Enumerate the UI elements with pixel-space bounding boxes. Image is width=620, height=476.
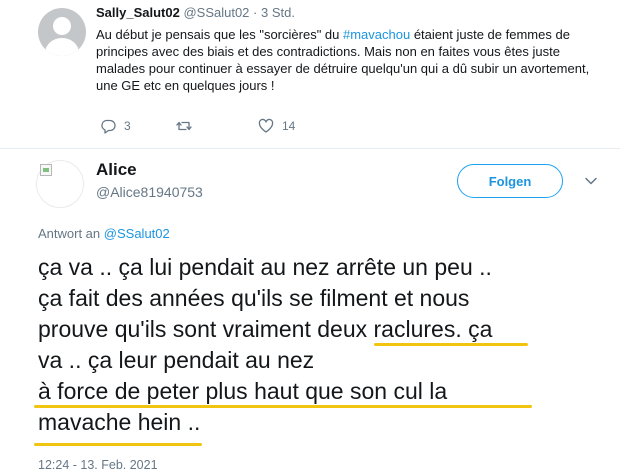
tweet2-text-line: mavache hein .. — [38, 409, 201, 435]
reply-icon — [101, 119, 116, 134]
tweet2-author-handle[interactable]: @Alice81940753 — [96, 184, 203, 200]
like-count: 14 — [282, 119, 296, 133]
highlight-underline — [34, 443, 202, 446]
tweet2-text-line: va .. ça leur pendait au nez — [38, 347, 315, 373]
tweet2-author-name[interactable]: Alice — [96, 160, 137, 180]
tweet2-text-line: ça fait des années qu'ils se filment et … — [38, 285, 470, 311]
hashtag-link[interactable]: #mavachou — [343, 27, 410, 42]
reply-context: Antwort an @SSalut02 — [38, 226, 170, 241]
tweet1-text-pre: Au début je pensais que les "sorcières" … — [96, 27, 343, 42]
retweet-icon — [176, 121, 192, 131]
tweet2-text-line: prouve qu'ils sont vraiment deux raclure… — [38, 316, 493, 342]
reply-mention-link[interactable]: @SSalut02 — [104, 226, 170, 241]
tweet1-header: Sally_Salut02 @SSalut02 · 3 Std. — [96, 5, 295, 20]
tweet1-time[interactable]: 3 Std. — [261, 5, 295, 20]
like-button[interactable]: 14 — [258, 118, 295, 134]
reply-prefix: Antwort an — [38, 226, 101, 241]
retweet-button[interactable] — [176, 118, 200, 134]
highlight-underline — [374, 343, 528, 346]
separator-dot: · — [253, 5, 258, 20]
tweet1-author-handle[interactable]: @SSalut02 — [183, 5, 249, 20]
avatar-alice[interactable] — [36, 160, 84, 208]
tweet1-text: Au début je pensais que les "sorcières" … — [96, 26, 606, 94]
tweet-sally[interactable]: Sally_Salut02 @SSalut02 · 3 Std. Au débu… — [0, 0, 620, 149]
tweet2-text-line: ça va .. ça lui pendait au nez arrête un… — [38, 254, 492, 280]
avatar-default-body — [45, 38, 79, 56]
avatar-sally[interactable] — [38, 8, 86, 56]
highlight-underline — [34, 405, 532, 408]
reply-count: 3 — [124, 119, 131, 133]
tweet2-text-line: à force de peter plus haut que son cul l… — [38, 378, 448, 404]
tweet2-timestamp[interactable]: 12:24 - 13. Feb. 2021 — [38, 458, 158, 472]
avatar-default-head — [53, 17, 71, 35]
tweet1-author-name[interactable]: Sally_Salut02 — [96, 5, 180, 20]
avatar-broken-image-icon — [40, 164, 52, 176]
reply-button[interactable]: 3 — [100, 118, 131, 134]
follow-button[interactable]: Folgen — [457, 164, 563, 198]
chevron-down-icon[interactable] — [583, 173, 599, 189]
like-icon — [258, 118, 274, 133]
